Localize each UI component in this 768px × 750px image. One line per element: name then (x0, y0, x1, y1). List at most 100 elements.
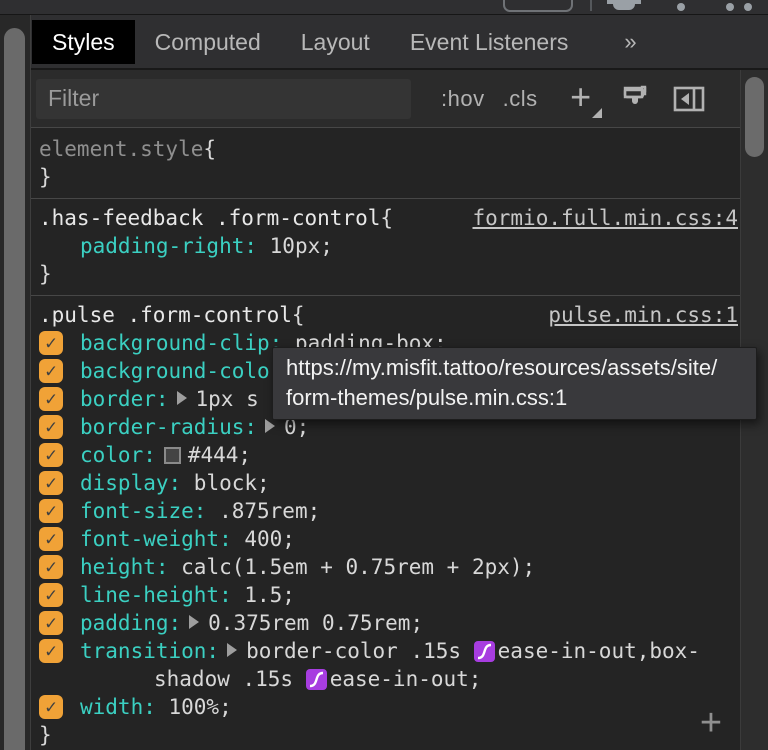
tooltip-line-2: form-themes/pulse.min.css:1 (286, 385, 568, 410)
css-property-name[interactable]: height: (80, 555, 169, 579)
toggle-sidebar-icon[interactable] (672, 84, 706, 114)
declaration-row: ✓ width: 100%; (39, 693, 738, 721)
tooltip-line-1: https://my.misfit.tattoo/resources/asset… (286, 355, 718, 380)
rule-selector[interactable]: .has-feedback .form-control (39, 204, 380, 232)
rule-header: .has-feedback .form-control { formio.full… (39, 204, 738, 232)
css-property-value[interactable]: ease-in-out,box- (498, 639, 700, 663)
more-options-icon[interactable] (726, 3, 734, 11)
css-property-value[interactable]: 0.375rem 0.75rem; (208, 611, 423, 635)
expand-arrow-icon[interactable] (227, 643, 238, 657)
css-property-value[interactable]: block; (181, 471, 270, 495)
open-brace: { (380, 206, 394, 230)
declaration-checkbox[interactable]: ✓ (39, 583, 63, 607)
declaration-text: width: 100%; (80, 693, 232, 721)
stylesheet-source-link[interactable]: formio.full.min.css:4 (472, 204, 738, 232)
rule-selector[interactable]: .pulse .form-control (39, 301, 292, 329)
rule-header: element.style { (39, 135, 738, 163)
declaration-row: ✓ padding: 0.375rem 0.75rem; (39, 609, 738, 637)
css-property-name[interactable]: border: (80, 387, 169, 411)
css-property-name[interactable]: background-clip: (80, 331, 282, 355)
css-property-name[interactable]: padding: (80, 611, 181, 635)
css-property-value[interactable]: #444; (188, 443, 251, 467)
declaration-checkbox[interactable]: ✓ (39, 695, 63, 719)
css-property-name[interactable]: font-weight: (80, 527, 232, 551)
rule-section: element.style {} (31, 130, 740, 199)
styles-filter-toolbar: :hov .cls + (31, 70, 768, 128)
css-property-value[interactable]: 100%; (156, 695, 232, 719)
css-property-value[interactable]: 1px s (196, 387, 259, 411)
css-property-name[interactable]: background-color: (80, 359, 295, 383)
declaration-text: background-color: (80, 357, 295, 385)
cubic-bezier-icon[interactable] (473, 641, 495, 662)
elements-panel-scrollbar-track[interactable] (0, 15, 31, 750)
close-brace: } (39, 165, 52, 189)
new-style-rule-button[interactable]: + (564, 78, 602, 118)
issues-icon[interactable] (607, 0, 641, 10)
tab-layout[interactable]: Layout (281, 20, 390, 64)
css-property-value[interactable]: 400; (232, 527, 295, 551)
declaration-checkbox[interactable]: ✓ (39, 387, 63, 411)
declaration-checkbox[interactable]: ✓ (39, 639, 63, 663)
declaration-row: ✓ font-weight: 400; (39, 525, 738, 553)
expand-arrow-icon[interactable] (176, 391, 187, 405)
elements-panel-scrollbar-thumb[interactable] (4, 28, 25, 750)
declaration-text: font-weight: 400; (80, 525, 295, 553)
css-property-name[interactable]: width: (80, 695, 156, 719)
color-swatch[interactable] (163, 447, 181, 464)
declaration-text: transition: border-color .15s ease-in-out… (80, 637, 700, 693)
declaration-checkbox[interactable]: ✓ (39, 527, 63, 551)
toolbar-divider (590, 0, 592, 11)
close-brace: } (39, 262, 52, 286)
inspect-mode-button[interactable] (503, 0, 573, 12)
declaration-checkbox[interactable]: ✓ (39, 611, 63, 635)
toggle-hov-button[interactable]: :hov (441, 86, 485, 112)
declaration-checkbox[interactable]: ✓ (39, 499, 63, 523)
toggle-cls-button[interactable]: .cls (503, 86, 538, 112)
declaration-checkbox[interactable]: ✓ (39, 443, 63, 467)
css-property-name[interactable]: color: (80, 443, 156, 467)
stylesheet-source-link[interactable]: pulse.min.css:1 (548, 301, 738, 329)
css-property-value[interactable]: 1.5; (232, 583, 295, 607)
declaration-checkbox[interactable]: ✓ (39, 471, 63, 495)
tab-computed[interactable]: Computed (135, 20, 281, 64)
cubic-bezier-icon[interactable] (305, 669, 327, 690)
add-declaration-button[interactable]: + (694, 704, 728, 742)
css-property-name[interactable]: border-radius: (80, 415, 257, 439)
declaration-text: padding-right: 10px; (80, 232, 333, 260)
css-property-value[interactable]: calc(1.5em + 0.75rem + 2px); (169, 555, 535, 579)
css-property-name[interactable]: display: (80, 471, 181, 495)
expand-arrow-icon[interactable] (189, 615, 200, 629)
expand-arrow-icon[interactable] (265, 419, 276, 433)
close-brace: } (39, 723, 52, 747)
declaration-checkbox[interactable]: ✓ (39, 415, 63, 439)
settings-icon[interactable] (677, 3, 685, 11)
css-property-name[interactable]: font-size: (80, 499, 206, 523)
tab-styles[interactable]: Styles (32, 19, 135, 64)
declaration-text: height: calc(1.5em + 0.75rem + 2px); (80, 553, 535, 581)
styles-pane-tab-bar: Styles Computed Layout Event Listeners » (31, 15, 768, 70)
stylesheet-url-tooltip: https://my.misfit.tattoo/resources/asset… (272, 347, 757, 420)
rule-selector[interactable]: element.style (39, 135, 203, 163)
declaration-text: line-height: 1.5; (80, 581, 295, 609)
css-property-name[interactable]: padding-right: (80, 234, 257, 258)
declaration-text: font-size: .875rem; (80, 497, 320, 525)
more-tabs-chevron-icon[interactable]: » (604, 20, 656, 64)
close-devtools-icon[interactable] (744, 3, 752, 11)
css-property-name[interactable]: transition: (80, 639, 219, 663)
styles-pane-scrollbar-thumb[interactable] (745, 77, 764, 157)
declaration-row: ✓ transition: border-color .15s ease-in-ou… (39, 637, 738, 693)
css-property-value[interactable]: 10px; (257, 234, 333, 258)
declaration-checkbox[interactable]: ✓ (39, 359, 63, 383)
css-property-value[interactable]: .875rem; (206, 499, 320, 523)
declaration-row: ✓ display: block; (39, 469, 738, 497)
css-property-name[interactable]: line-height: (80, 583, 232, 607)
tab-event-listeners[interactable]: Event Listeners (390, 20, 589, 64)
styles-filter-input[interactable] (36, 78, 411, 119)
rendering-paint-icon[interactable] (620, 84, 650, 114)
css-property-value[interactable]: border-color .15s (246, 639, 474, 663)
declaration-checkbox[interactable]: ✓ (39, 555, 63, 579)
css-property-value[interactable]: ease-in-out; (330, 667, 482, 691)
css-property-value[interactable]: shadow .15s (154, 667, 306, 691)
declaration-checkbox[interactable]: ✓ (39, 331, 63, 355)
declaration-text: border: 1px s (80, 385, 259, 413)
